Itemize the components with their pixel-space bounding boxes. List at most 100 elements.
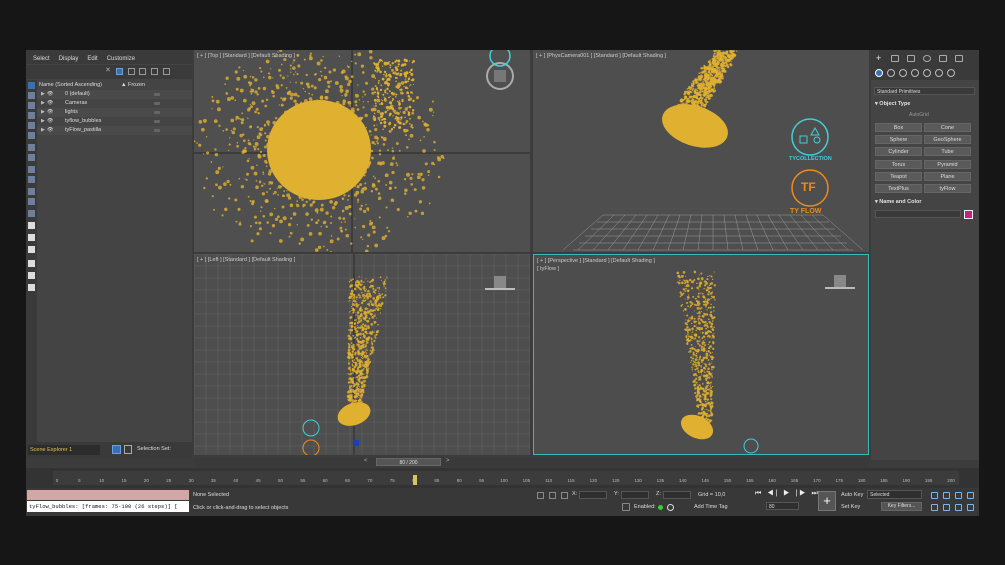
viewport-label[interactable]: [ + ] [PhysCamera001 ] [Standard ] [Defa…: [536, 53, 666, 59]
display-containers-icon[interactable]: [28, 188, 35, 195]
menu-customize[interactable]: Customize: [107, 56, 135, 64]
menu-select[interactable]: Select: [33, 56, 50, 64]
auto-key-button[interactable]: Auto Key: [841, 492, 863, 498]
timeline[interactable]: 0510152025303540455055606570758085909510…: [26, 468, 979, 488]
torus-button[interactable]: Torus: [875, 160, 922, 169]
hierarchy-icon[interactable]: [139, 68, 146, 75]
y-coord-field[interactable]: [621, 491, 649, 499]
cone-button[interactable]: Cone: [924, 123, 971, 132]
display-xrefs-icon[interactable]: [28, 166, 35, 173]
hierarchy-view-icon[interactable]: [124, 445, 132, 454]
viewport-label[interactable]: [ + ] [Left ] [Standard ] [Default Shadi…: [197, 257, 295, 263]
isolate-icon[interactable]: [537, 492, 544, 499]
pyramid-button[interactable]: Pyramid: [924, 160, 971, 169]
transform-mode-icon[interactable]: [561, 492, 568, 499]
display-groups-icon[interactable]: [28, 154, 35, 161]
expand-arrow-icon[interactable]: ▶: [41, 100, 45, 106]
visibility-eye-icon[interactable]: 👁: [47, 100, 53, 106]
menu-edit[interactable]: Edit: [87, 56, 97, 64]
freeze-toggle-icon[interactable]: [154, 111, 160, 114]
viewport-perspective[interactable]: [ + ] [Perspective ] [Standard ] [Defaul…: [533, 254, 869, 455]
cylinder-button[interactable]: Cylinder: [875, 147, 922, 156]
viewport-left[interactable]: [ + ] [Left ] [Standard ] [Default Shadi…: [194, 254, 530, 455]
visibility-eye-icon[interactable]: 👁: [47, 118, 53, 124]
zoom-extents-icon[interactable]: [955, 492, 962, 499]
enabled-indicator-icon[interactable]: [658, 505, 663, 510]
visibility-eye-icon[interactable]: 👁: [47, 127, 53, 133]
tube-button[interactable]: Tube: [924, 147, 971, 156]
current-frame-field[interactable]: 80: [766, 502, 799, 510]
geosphere-button[interactable]: GeoSphere: [924, 135, 971, 144]
display-geometry-icon[interactable]: [28, 92, 35, 99]
freeze-toggle-icon[interactable]: [154, 129, 160, 132]
list-item[interactable]: ▶ 👁 tyFlow_pastilla: [37, 126, 192, 135]
plane-button[interactable]: Plane: [924, 172, 971, 181]
name-color-rollout[interactable]: ▾ Name and Color: [875, 199, 921, 205]
primitives-dropdown[interactable]: Standard Primitives: [874, 87, 975, 95]
lock-icon[interactable]: [128, 68, 135, 75]
list-item[interactable]: ▶ 👁 lights: [37, 108, 192, 117]
display-helpers-icon[interactable]: [28, 132, 35, 139]
set-key-button[interactable]: +: [818, 491, 836, 511]
modify-tab-icon[interactable]: [891, 55, 899, 62]
visibility-eye-icon[interactable]: 👁: [47, 91, 53, 97]
expand-arrow-icon[interactable]: ▶: [41, 127, 45, 133]
motion-tab-icon[interactable]: [923, 55, 931, 62]
maxscript-output[interactable]: tyFlow_bubbles: [frames: 75-100 (26 step…: [27, 501, 189, 512]
display-shapes-icon[interactable]: [28, 102, 35, 109]
geometry-category-icon[interactable]: [875, 69, 883, 77]
object-color-swatch[interactable]: [964, 210, 973, 219]
funnel-icon[interactable]: [28, 272, 35, 279]
teapot-button[interactable]: Teapot: [875, 172, 922, 181]
object-name-field[interactable]: [875, 210, 961, 218]
viewport-camera[interactable]: [ + ] [PhysCamera001 ] [Standard ] [Defa…: [533, 50, 869, 252]
display-lights-icon[interactable]: [28, 112, 35, 119]
freeze-toggle-icon[interactable]: [154, 120, 160, 123]
maximize-viewport-icon[interactable]: [967, 504, 974, 511]
box-button[interactable]: Box: [875, 123, 922, 132]
next-frame-icon[interactable]: >: [446, 458, 450, 464]
set-key-label[interactable]: Set Key: [841, 504, 860, 510]
pan-icon[interactable]: [943, 504, 950, 511]
shapes-category-icon[interactable]: [887, 69, 895, 77]
menu-display[interactable]: Display: [59, 56, 79, 64]
viewport-label[interactable]: [ + ] [Top ] [Standard ] [Default Shadin…: [197, 53, 295, 59]
scene-explorer-dropdown[interactable]: Scene Explorer 1: [28, 445, 100, 455]
display-warps-icon[interactable]: [28, 144, 35, 151]
zoom-all-icon[interactable]: [943, 492, 950, 499]
x-coord-field[interactable]: [579, 491, 607, 499]
time-tag-icon[interactable]: [667, 504, 674, 511]
viewport-label[interactable]: [ + ] [Perspective ] [Standard ] [Defaul…: [537, 258, 655, 264]
column-name[interactable]: Name (Sorted Ascending): [39, 82, 102, 88]
display-objects-icon[interactable]: [28, 82, 35, 89]
playback-controls[interactable]: ⏮ ◀| ▶ |▶ ⏭: [755, 490, 820, 498]
utilities-tab-icon[interactable]: [955, 55, 963, 62]
helpers-category-icon[interactable]: [923, 69, 931, 77]
layer-icon[interactable]: [151, 68, 158, 75]
close-icon[interactable]: ✕: [105, 66, 112, 74]
field-of-view-icon[interactable]: [931, 504, 938, 511]
display-bones-icon[interactable]: [28, 176, 35, 183]
display-tab-icon[interactable]: [939, 55, 947, 62]
expand-arrow-icon[interactable]: ▶: [41, 118, 45, 124]
zoom-extents-all-icon[interactable]: [967, 492, 974, 499]
display-invert-icon[interactable]: [28, 246, 35, 253]
freeze-toggle-icon[interactable]: [154, 102, 160, 105]
column-frozen[interactable]: ▲ Frozen: [121, 82, 145, 88]
viewport-top[interactable]: [ + ] [Top ] [Standard ] [Default Shadin…: [194, 50, 530, 252]
filter-icon[interactable]: [116, 68, 123, 75]
key-selection-dropdown[interactable]: Selected: [867, 490, 922, 499]
lights-category-icon[interactable]: [899, 69, 907, 77]
timeline-track[interactable]: 0510152025303540455055606570758085909510…: [53, 471, 959, 485]
maxscript-mini-listener[interactable]: [27, 490, 189, 500]
display-all-icon[interactable]: [28, 222, 35, 229]
expand-arrow-icon[interactable]: ▶: [41, 109, 45, 115]
zoom-icon[interactable]: [931, 492, 938, 499]
expand-arrow-icon[interactable]: ▶: [41, 91, 45, 97]
display-hidden-icon[interactable]: [28, 210, 35, 217]
list-item[interactable]: ▶ 👁 tyflow_bubbles: [37, 117, 192, 126]
hierarchy-tab-icon[interactable]: [907, 55, 915, 62]
orbit-icon[interactable]: [955, 504, 962, 511]
folder-icon[interactable]: [28, 284, 35, 291]
z-coord-field[interactable]: [663, 491, 691, 499]
